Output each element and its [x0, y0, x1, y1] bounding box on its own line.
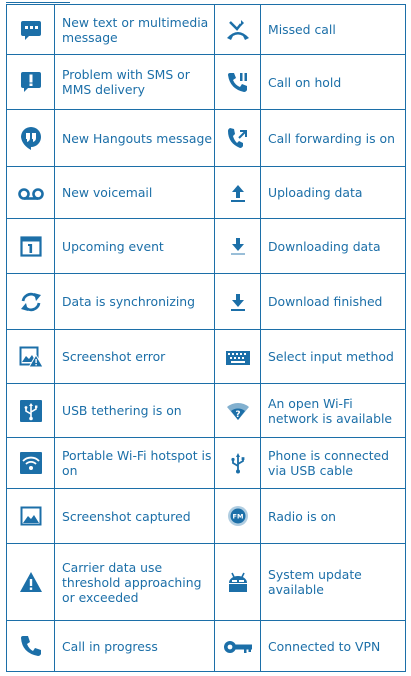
icon-description: Upcoming event [54, 218, 215, 274]
table-row: New voicemail Uploading data [6, 166, 406, 219]
icon-cell [6, 488, 55, 544]
hangouts-icon [20, 126, 42, 150]
icon-description: USB tethering is on [54, 383, 215, 438]
table-row: Upcoming event Downloading data [6, 218, 406, 274]
upload-icon [230, 183, 246, 203]
icon-cell [6, 383, 55, 438]
table-row: Screenshot captured FM Radio is on [6, 488, 406, 544]
table-row: Portable Wi-Fi hotspot is on Phone is co… [6, 437, 406, 489]
icon-description: Screenshot captured [54, 488, 215, 544]
status-icon-table: New text or multimedia message Missed ca… [6, 4, 406, 672]
icon-description: New text or multimedia message [54, 4, 215, 55]
icon-cell [214, 273, 261, 330]
voicemail-icon [17, 187, 44, 201]
icon-description: Problem with SMS or MMS delivery [54, 54, 215, 110]
radio-icon: FM [227, 505, 249, 527]
icon-cell [214, 166, 261, 219]
icon-cell: FM [214, 488, 261, 544]
icon-cell [6, 437, 55, 489]
icon-description: Connected to VPN [260, 620, 406, 672]
calendar-icon [19, 235, 42, 257]
table-row: New text or multimedia message Missed ca… [6, 4, 406, 55]
missed-call-icon [226, 19, 250, 41]
icon-description: New Hangouts message [54, 109, 215, 167]
vpn-key-icon [223, 639, 253, 655]
table-row: Problem with SMS or MMS delivery Call on… [6, 54, 406, 110]
table-row: Carrier data use threshold approaching o… [6, 543, 406, 621]
icon-description: Screenshot error [54, 329, 215, 384]
sms-problem-icon [20, 71, 42, 93]
icon-description: Download finished [260, 273, 406, 330]
icon-description: Data is synchronizing [54, 273, 215, 330]
wifi-hotspot-icon [19, 452, 42, 474]
icon-description: New voicemail [54, 166, 215, 219]
icon-cell [214, 437, 261, 489]
icon-cell: ? [214, 383, 261, 438]
download-icon [230, 236, 246, 256]
svg-text:FM: FM [232, 513, 243, 521]
icon-description: Call in progress [54, 620, 215, 672]
table-row: Call in progress Connected to VPN [6, 620, 406, 672]
icon-description: System update available [260, 543, 406, 621]
icon-cell [6, 329, 55, 384]
usb-icon [230, 452, 246, 474]
icon-cell [6, 109, 55, 167]
header-rule [6, 2, 70, 3]
usb-tethering-icon [19, 399, 42, 422]
icon-description: Phone is connected via USB cable [260, 437, 406, 489]
call-on-hold-icon [227, 71, 249, 93]
icon-cell [214, 4, 261, 55]
icon-cell [214, 329, 261, 384]
icon-cell [6, 166, 55, 219]
call-icon [20, 635, 42, 657]
icon-description: Carrier data use threshold approaching o… [54, 543, 215, 621]
icon-cell [6, 54, 55, 110]
icon-cell [6, 4, 55, 55]
table-row: Screenshot error Select input method [6, 329, 406, 384]
screenshot-captured-icon [20, 506, 42, 526]
icon-description: Portable Wi-Fi hotspot is on [54, 437, 215, 489]
icon-description: Select input method [260, 329, 406, 384]
icon-cell [214, 109, 261, 167]
svg-text:?: ? [235, 410, 240, 420]
icon-description: Missed call [260, 4, 406, 55]
sync-icon [19, 291, 43, 313]
download-finished-icon [230, 292, 246, 312]
message-icon [20, 20, 42, 40]
icon-description: Call forwarding is on [260, 109, 406, 167]
icon-cell [214, 54, 261, 110]
screenshot-error-icon [19, 346, 43, 368]
icon-description: Uploading data [260, 166, 406, 219]
icon-cell [6, 543, 55, 621]
open-wifi-icon: ? [226, 401, 250, 421]
keyboard-icon [225, 350, 250, 365]
table-row: Data is synchronizing Download finished [6, 273, 406, 330]
call-forwarding-icon [226, 126, 250, 150]
icon-description: An open Wi-Fi network is available [260, 383, 406, 438]
icon-description: Call on hold [260, 54, 406, 110]
icon-cell [6, 218, 55, 274]
icon-description: Downloading data [260, 218, 406, 274]
icon-cell [214, 218, 261, 274]
warning-icon [19, 571, 43, 593]
icon-cell [214, 620, 261, 672]
icon-description: Radio is on [260, 488, 406, 544]
table-row: USB tethering is on ? An open Wi-Fi netw… [6, 383, 406, 438]
icon-cell [6, 273, 55, 330]
icon-cell [6, 620, 55, 672]
system-update-icon [226, 571, 250, 593]
icon-cell [214, 543, 261, 621]
table-row: New Hangouts message Call forwarding is … [6, 109, 406, 167]
